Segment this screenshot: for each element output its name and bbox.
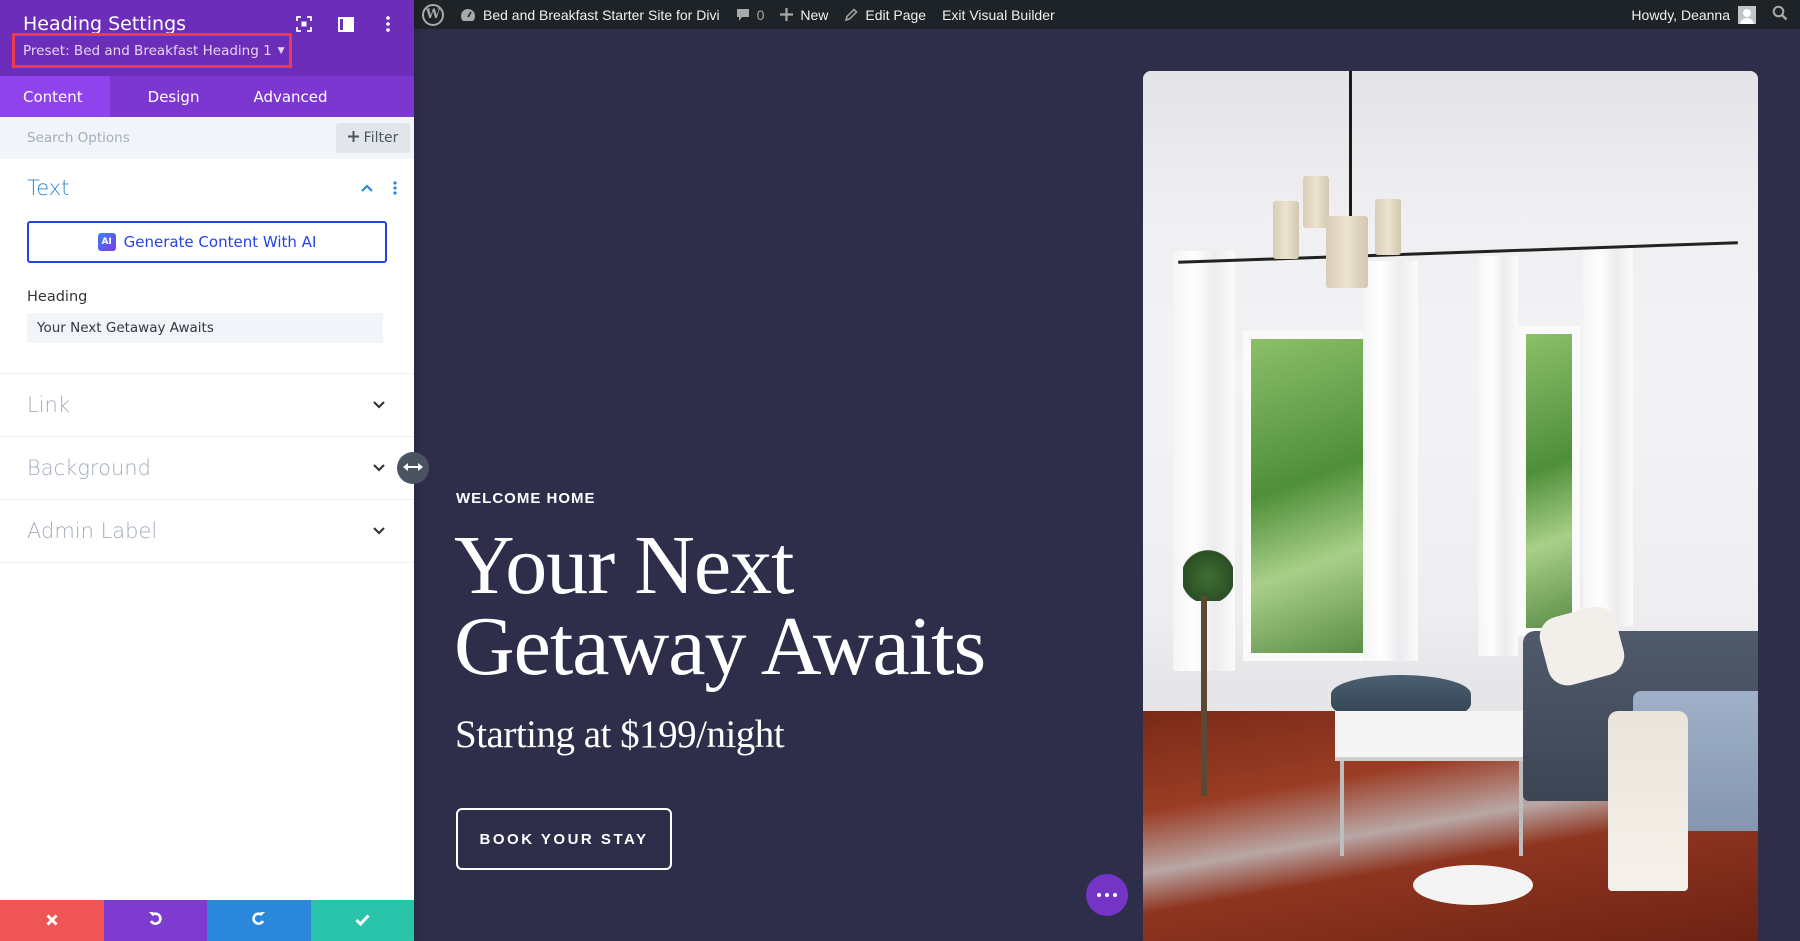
text-section-header[interactable]: Text [0, 159, 414, 217]
chevron-down-icon[interactable] [370, 522, 388, 540]
dashboard-gauge-icon [460, 8, 476, 22]
photo-lamp-shade [1273, 201, 1299, 259]
comments-count: 0 [756, 6, 765, 23]
panel-header[interactable]: Heading Settings Preset: Bed and Breakfa… [0, 0, 414, 76]
more-vertical-icon[interactable] [378, 14, 398, 34]
photo-lamp-shade [1375, 199, 1401, 255]
text-section-title: Text [27, 176, 70, 200]
section-options-icon[interactable] [390, 179, 400, 197]
split-view-icon[interactable] [336, 14, 356, 34]
photo-window-right [1518, 326, 1580, 636]
new-label: New [800, 6, 829, 23]
plus-icon [347, 130, 359, 146]
photo-coffee-table [1335, 711, 1525, 761]
account-menu[interactable]: Howdy, Deanna [1623, 0, 1764, 29]
ai-icon: AI [97, 233, 116, 251]
photo-lamp-cord [1349, 71, 1352, 221]
hero-eyebrow: WELCOME HOME [456, 490, 596, 507]
heading-field-label: Heading [27, 289, 88, 305]
site-name-link[interactable]: Bed and Breakfast Starter Site for Divi [452, 0, 728, 29]
photo-throw-blanket [1608, 711, 1688, 891]
undo-icon [148, 910, 163, 931]
room-photo [1143, 71, 1758, 941]
exit-visual-builder-link[interactable]: Exit Visual Builder [934, 0, 1063, 29]
photo-window-left [1243, 331, 1373, 661]
photo-table-leg [1340, 761, 1344, 856]
preset-dropdown[interactable]: Preset: Bed and Breakfast Heading 1 ▼ [12, 33, 292, 68]
filter-label: Filter [363, 130, 399, 146]
photo-curtain [1363, 261, 1418, 661]
wp-logo-button[interactable]: W [414, 0, 452, 29]
dot [1105, 893, 1109, 897]
search-options-bar: Filter [0, 117, 414, 159]
close-icon [46, 910, 58, 931]
photo-curtain [1583, 246, 1633, 626]
search-icon [1772, 5, 1788, 24]
redo-icon [251, 910, 266, 931]
panel-resize-handle[interactable] [397, 452, 429, 484]
dot [1113, 893, 1117, 897]
search-options-input[interactable] [0, 117, 320, 159]
new-content-link[interactable]: New [772, 0, 836, 29]
dot [1097, 893, 1101, 897]
plus-icon [780, 8, 794, 21]
admin-search-button[interactable] [1764, 0, 1800, 29]
filter-button[interactable]: Filter [336, 123, 410, 153]
redo-button[interactable] [207, 900, 311, 941]
text-section: Text AI Generate Content With AI Heading [0, 159, 414, 374]
comment-bubble-icon [736, 8, 750, 22]
panel-tabs: Content Design Advanced [0, 76, 414, 117]
heading-input[interactable] [27, 313, 383, 343]
undo-button[interactable] [103, 900, 207, 941]
focus-icon[interactable] [294, 14, 314, 34]
site-name: Bed and Breakfast Starter Site for Divi [483, 6, 720, 23]
admin-label-section-title: Admin Label [27, 519, 158, 543]
admin-label-section[interactable]: Admin Label [0, 500, 414, 563]
ai-button-label: Generate Content With AI [123, 233, 317, 251]
avatar [1738, 5, 1756, 24]
photo-curtain [1478, 256, 1518, 656]
hero-subtitle: Starting at $199/night [455, 713, 785, 756]
panel-action-bar [0, 900, 414, 941]
photo-curtain-rod [1178, 241, 1738, 264]
page-settings-dots-button[interactable] [1086, 874, 1128, 916]
edit-page-link[interactable]: Edit Page [836, 0, 934, 29]
heading-settings-panel: Heading Settings Preset: Bed and Breakfa… [0, 0, 414, 941]
tab-content[interactable]: Content [0, 76, 110, 117]
pencil-icon [844, 7, 858, 22]
resize-arrows-icon [403, 459, 423, 477]
chevron-up-icon[interactable] [358, 179, 376, 197]
generate-content-ai-button[interactable]: AI Generate Content With AI [27, 221, 387, 263]
photo-ceiling [1143, 71, 1758, 241]
edit-page-label: Edit Page [865, 6, 927, 23]
hero-heading[interactable]: Your Next Getaway Awaits [454, 524, 1074, 689]
wordpress-logo-icon: W [422, 3, 444, 26]
caret-down-icon: ▼ [277, 45, 285, 56]
greeting: Howdy, Deanna [1631, 6, 1730, 23]
preset-label: Preset: Bed and Breakfast Heading 1 [23, 42, 272, 59]
chevron-down-icon[interactable] [370, 459, 388, 477]
checkmark-icon [355, 910, 370, 931]
photo-lamp-shade [1326, 216, 1368, 288]
wp-admin-bar: W Bed and Breakfast Starter Site for Div… [414, 0, 1800, 29]
panel-title: Heading Settings [23, 13, 187, 35]
save-button[interactable] [310, 900, 414, 941]
background-section-title: Background [27, 456, 151, 480]
comments-link[interactable]: 0 [728, 0, 773, 29]
cancel-button[interactable] [0, 900, 104, 941]
photo-plant-stand [1201, 596, 1207, 796]
exit-builder-label: Exit Visual Builder [942, 6, 1055, 23]
photo-rug [1413, 865, 1533, 905]
book-your-stay-button[interactable]: BOOK YOUR STAY [456, 808, 672, 870]
link-section[interactable]: Link [0, 374, 414, 437]
photo-plant [1183, 541, 1233, 601]
tab-design[interactable]: Design [110, 76, 231, 117]
chevron-down-icon[interactable] [370, 396, 388, 414]
background-section[interactable]: Background [0, 437, 414, 500]
tab-advanced[interactable]: Advanced [230, 76, 354, 117]
link-section-title: Link [27, 393, 71, 417]
